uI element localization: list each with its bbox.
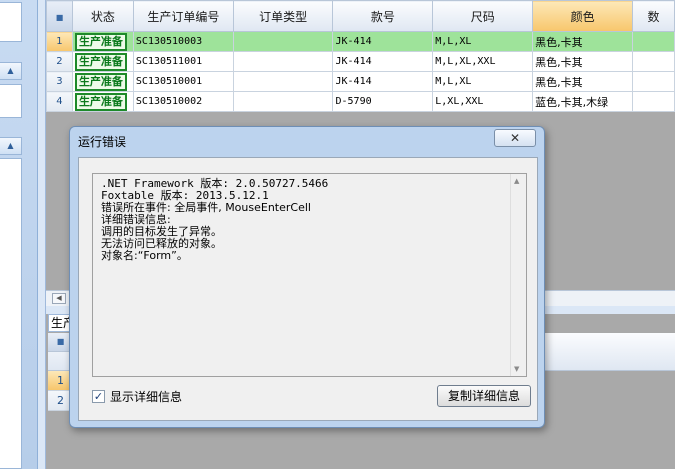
- splitter[interactable]: [38, 0, 46, 469]
- lock-icon: ■: [55, 13, 64, 22]
- grid-corner[interactable]: ■: [46, 0, 73, 32]
- row-header[interactable]: 3: [46, 71, 73, 92]
- error-dialog: 运行错误 ✕ .NET Framework 版本: 2.0.50727.5466…: [69, 126, 545, 428]
- order-no-cell[interactable]: SC130510002: [132, 91, 234, 112]
- color-cell[interactable]: 黑色,卡其: [532, 31, 634, 52]
- status-cell[interactable]: 生产准备: [71, 31, 134, 52]
- scroll-up-icon[interactable]: ▲: [514, 177, 519, 185]
- qty-cell[interactable]: [632, 31, 675, 52]
- column-header[interactable]: 状态: [71, 0, 134, 32]
- row-header[interactable]: 1: [46, 31, 73, 52]
- close-icon: ✕: [509, 131, 521, 145]
- status-badge: 生产准备: [74, 73, 127, 91]
- table-row[interactable]: 1 生产准备 SC130510003 JK-414 M,L,XL 黑色,卡其: [46, 31, 675, 52]
- qty-cell[interactable]: [632, 71, 675, 92]
- left-ribbon: ▲ ▲: [0, 0, 38, 469]
- order-no-cell[interactable]: SC130510001: [132, 71, 234, 92]
- column-header[interactable]: 数: [632, 0, 675, 32]
- show-details-checkbox[interactable]: ✓: [92, 389, 105, 403]
- row-header[interactable]: 4: [46, 91, 73, 112]
- order-no-cell[interactable]: SC130510003: [132, 31, 234, 52]
- column-header[interactable]: 订单类型: [232, 0, 334, 32]
- style-cell[interactable]: JK-414: [332, 51, 434, 72]
- qty-cell[interactable]: [632, 51, 675, 72]
- left-panel-box: [0, 2, 22, 42]
- status-cell[interactable]: 生产准备: [71, 91, 134, 112]
- dialog-body: .NET Framework 版本: 2.0.50727.5466 Foxtab…: [78, 157, 538, 421]
- left-panel-box: [0, 158, 22, 469]
- show-details-option[interactable]: ✓ 显示详细信息: [92, 388, 182, 404]
- column-header[interactable]: 尺码: [432, 0, 534, 32]
- copy-details-button[interactable]: 复制详细信息: [437, 385, 531, 407]
- order-type-cell[interactable]: [232, 91, 334, 112]
- style-cell[interactable]: JK-414: [332, 31, 434, 52]
- table-row[interactable]: 2 生产准备 SC130511001 JK-414 M,L,XL,XXL 黑色,…: [46, 51, 675, 72]
- chevron-up-icon: ▲: [7, 66, 14, 75]
- scroll-left-button[interactable]: ◀: [52, 293, 66, 304]
- style-cell[interactable]: JK-414: [332, 71, 434, 92]
- size-cell[interactable]: M,L,XL: [432, 31, 534, 52]
- left-panel-box: [0, 84, 22, 118]
- color-cell[interactable]: 黑色,卡其: [532, 71, 634, 92]
- status-badge: 生产准备: [74, 33, 127, 51]
- chevron-left-icon: ◀: [56, 294, 62, 302]
- status-badge: 生产准备: [74, 53, 127, 71]
- size-cell[interactable]: M,L,XL: [432, 71, 534, 92]
- dialog-title: 运行错误: [78, 135, 127, 149]
- show-details-label: 显示详细信息: [110, 389, 183, 404]
- column-header[interactable]: 款号: [332, 0, 434, 32]
- error-details-textbox[interactable]: .NET Framework 版本: 2.0.50727.5466 Foxtab…: [92, 173, 527, 377]
- size-cell[interactable]: M,L,XL,XXL: [432, 51, 534, 72]
- table-row[interactable]: 3 生产准备 SC130510001 JK-414 M,L,XL 黑色,卡其: [46, 71, 675, 92]
- error-line: 对象名:“Form”。: [101, 249, 188, 262]
- scroll-down-icon[interactable]: ▼: [514, 365, 519, 373]
- order-grid: ■ 状态 生产订单编号 订单类型 款号 尺码 颜色 数 1 生产准备 SC130…: [46, 0, 675, 112]
- color-cell[interactable]: 蓝色,卡其,木绿: [532, 91, 634, 112]
- vertical-scrollbar[interactable]: ▲ ▼: [510, 174, 526, 376]
- collapse-up-button[interactable]: ▲: [0, 137, 22, 155]
- collapse-up-button[interactable]: ▲: [0, 62, 22, 80]
- row-header[interactable]: 2: [46, 51, 73, 72]
- status-cell[interactable]: 生产准备: [71, 71, 134, 92]
- order-type-cell[interactable]: [232, 31, 334, 52]
- color-cell[interactable]: 黑色,卡其: [532, 51, 634, 72]
- order-no-cell[interactable]: SC130511001: [132, 51, 234, 72]
- status-badge: 生产准备: [74, 93, 127, 111]
- column-header[interactable]: 颜色: [532, 0, 634, 32]
- order-type-cell[interactable]: [232, 71, 334, 92]
- column-header[interactable]: 生产订单编号: [132, 0, 234, 32]
- size-cell[interactable]: L,XL,XXL: [432, 91, 534, 112]
- style-cell[interactable]: D-5790: [332, 91, 434, 112]
- qty-cell[interactable]: [632, 91, 675, 112]
- close-button[interactable]: ✕: [494, 129, 536, 147]
- lock-icon: ■: [56, 337, 65, 346]
- table-row[interactable]: 4 生产准备 SC130510002 D-5790 L,XL,XXL 蓝色,卡其…: [46, 91, 675, 112]
- status-cell[interactable]: 生产准备: [71, 51, 134, 72]
- order-type-cell[interactable]: [232, 51, 334, 72]
- chevron-up-icon: ▲: [7, 141, 14, 150]
